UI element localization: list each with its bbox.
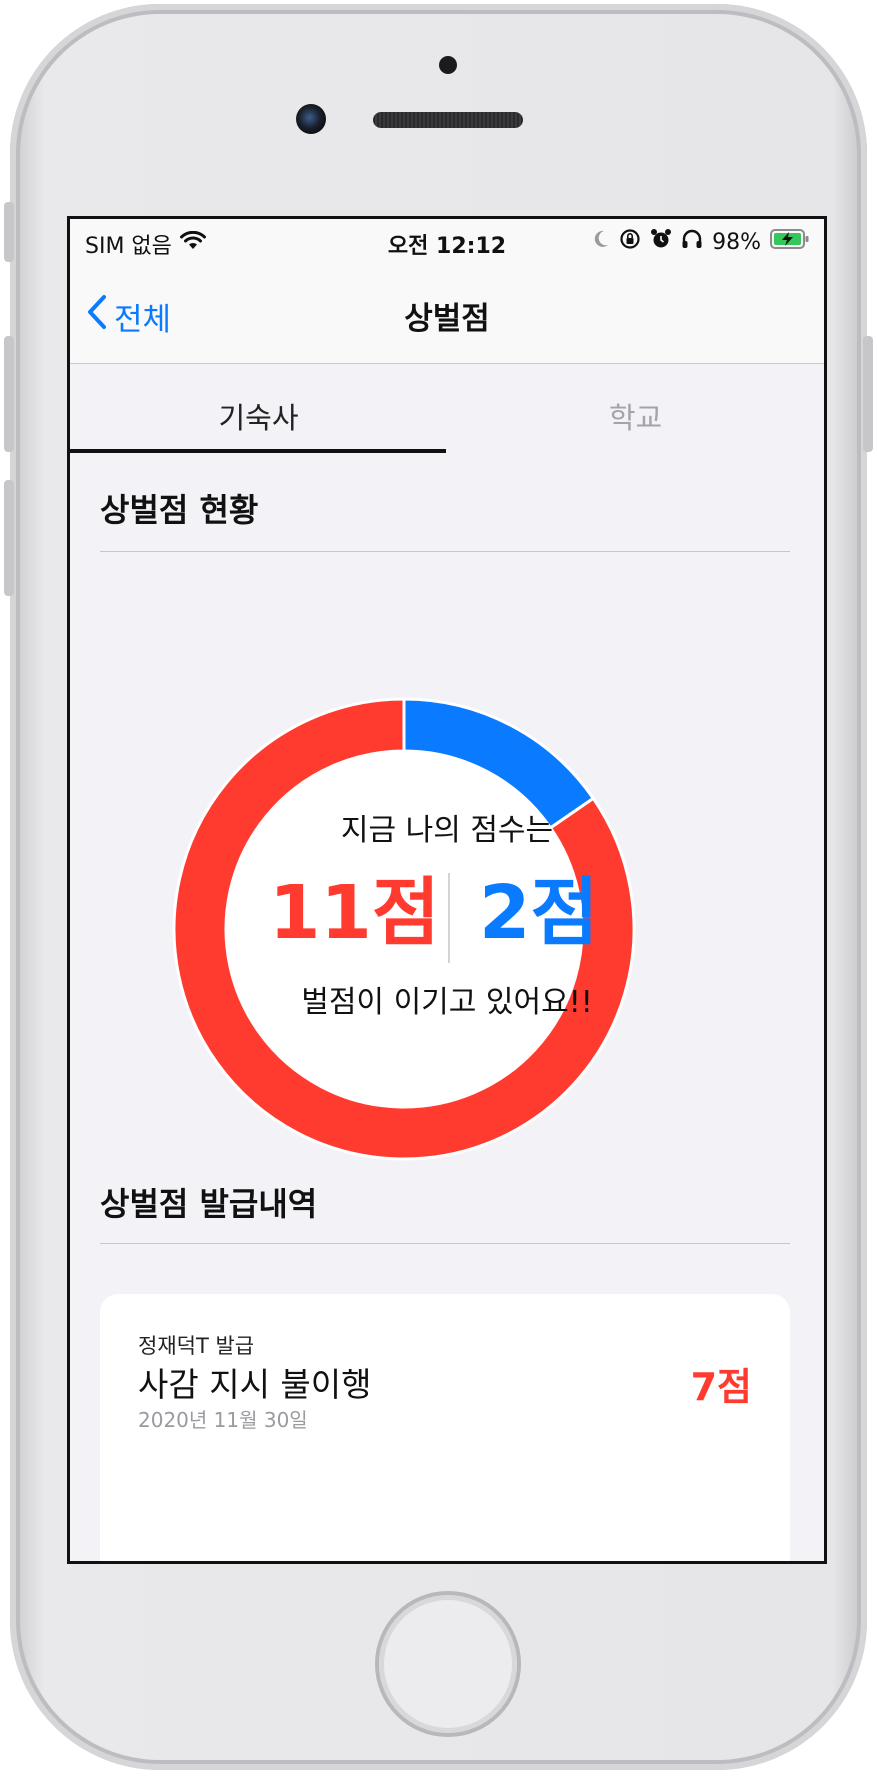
penalty-score: 11점: [268, 870, 440, 956]
power-button: [863, 336, 873, 452]
history-item-card[interactable]: 정재덕T 발급 사감 지시 불이행 7점 2020년 11월 30일: [100, 1294, 790, 1561]
rotation-lock-icon: [619, 228, 641, 256]
earpiece-speaker: [373, 112, 523, 128]
navigation-bar: 전체 상벌점: [70, 263, 824, 364]
active-tab-indicator: [70, 449, 446, 453]
phone-frame: SIM 없음 오전 12:12 98% 전체 상벌점 기숙사 학교 상벌점 현황…: [4, 4, 873, 1770]
history-item-points: 7점: [690, 1365, 752, 1409]
silent-switch: [4, 202, 14, 262]
headphones-icon: [681, 229, 703, 255]
volume-up-button: [4, 336, 14, 452]
screen: SIM 없음 오전 12:12 98% 전체 상벌점 기숙사 학교 상벌점 현황…: [67, 216, 827, 1564]
alarm-icon: [650, 228, 672, 256]
status-right: 98%: [592, 228, 810, 256]
summary-divider: [100, 551, 790, 552]
tab-school[interactable]: 학교: [447, 364, 824, 464]
history-item-reason: 사감 지시 불이행: [138, 1365, 372, 1404]
score-row: 11점 2점: [70, 865, 824, 963]
history-item-date: 2020년 11월 30일: [138, 1408, 308, 1432]
history-divider: [100, 1243, 790, 1244]
history-item-issuer: 정재덕T 발급: [138, 1334, 255, 1358]
volume-down-button: [4, 480, 14, 596]
score-separator: [448, 873, 450, 963]
page-title: 상벌점: [404, 301, 490, 337]
score-message: 벌점이 이기고 있어요!!: [301, 985, 593, 1020]
proximity-sensor: [439, 56, 457, 74]
home-button[interactable]: [379, 1595, 517, 1733]
moon-icon: [592, 229, 610, 255]
reward-score: 2점: [479, 870, 599, 956]
history-section-title: 상벌점 발급내역: [100, 1185, 318, 1223]
summary-section-title: 상벌점 현황: [100, 491, 259, 529]
front-camera: [296, 104, 326, 134]
battery-percent: 98%: [712, 229, 761, 255]
status-bar: SIM 없음 오전 12:12 98%: [70, 219, 824, 263]
score-headline: 지금 나의 점수는: [340, 813, 554, 848]
battery-charging-icon: [770, 228, 810, 256]
